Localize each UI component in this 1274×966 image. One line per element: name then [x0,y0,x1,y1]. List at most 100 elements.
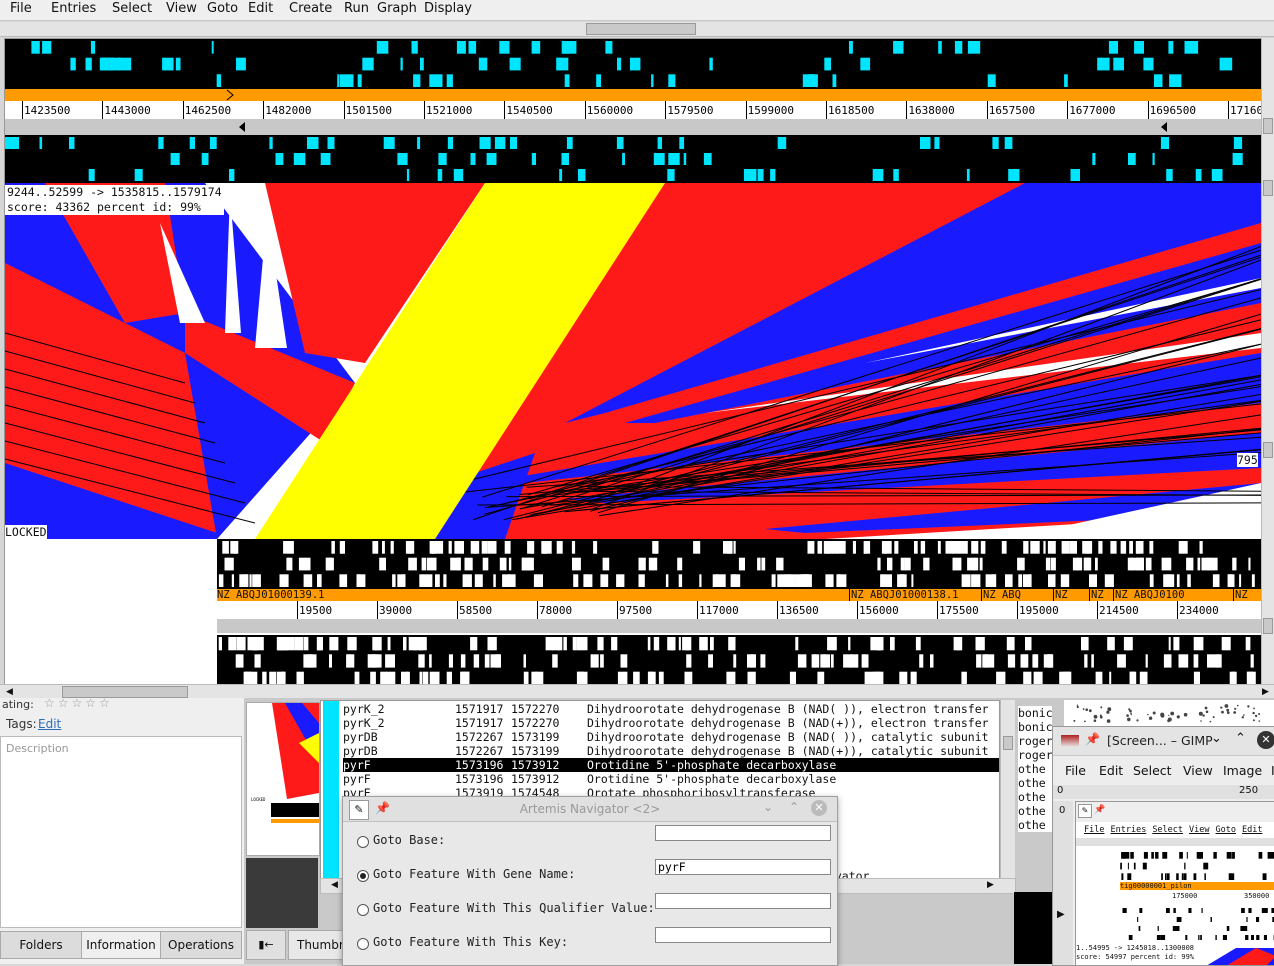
thumbnail-preview[interactable]: LOCKED [246,702,320,856]
gimp-menu-view[interactable]: View [1183,763,1213,778]
gimp-canvas[interactable]: ✎ 📌 FileEntriesSelectViewGotoEdit tig000… [1075,801,1274,966]
tab-folders[interactable]: Folders [0,931,82,959]
feature-row[interactable]: pyrK_215719171572270Dihydroorotate dehyd… [343,716,999,730]
feature-row[interactable]: pyrDB15722671573199Dihydroorotate dehydr… [343,744,999,758]
feature-mark [679,137,684,149]
menu-display[interactable]: Display [424,1,472,16]
feature-mark [654,153,665,165]
gimp-titlebar[interactable]: 📌 [Screen... – GIMP ⌄ ⌃ ✕ [1053,727,1274,756]
feature-mark [392,574,396,587]
feature-mark [1162,852,1167,859]
bottom-feature-track[interactable] [217,539,1261,589]
feature-mark [474,654,479,667]
goto-base-input[interactable] [655,825,831,841]
tags-edit-link[interactable]: Edit [38,717,61,731]
gimp-menu-edit[interactable]: Edit [1099,763,1123,778]
menu-entries[interactable]: Entries [51,1,96,16]
gimp-minimize-icon[interactable]: ⌄ [1211,731,1222,746]
feature-mark [1227,926,1230,931]
menu-run[interactable]: Run [344,1,369,16]
top-horizontal-scrollbar[interactable] [0,22,1274,37]
scroll-right-arrow-icon[interactable]: ▶ [1262,687,1269,697]
back-button[interactable]: ▮← [246,930,286,960]
feature-mark [900,574,907,587]
gimp-menu-select[interactable]: Select [1133,763,1172,778]
gimp-maximize-icon[interactable]: ⌃ [1235,731,1246,746]
feature-mark [958,541,967,554]
feature-list-vscroll[interactable] [1000,700,1015,878]
feature-mark [1268,852,1270,859]
radio-goto-base[interactable] [357,836,369,848]
ruler-tick [22,101,23,119]
comparison-view[interactable]: 1423500144300014625001482000150150015210… [4,38,1262,688]
feature-mark [1128,863,1129,870]
close-icon[interactable]: ✕ [811,800,827,816]
radio-goto-key[interactable] [357,938,369,950]
feature-mark [1154,74,1163,87]
menu-file[interactable]: File [10,1,32,16]
scroll-thumb-4[interactable] [1263,618,1273,634]
description-field[interactable]: Description [0,736,242,928]
menu-graph[interactable]: Graph [377,1,417,16]
gimp-pin-icon[interactable]: 📌 [1085,732,1100,746]
top-scroll-thumb[interactable] [586,23,696,35]
menu-view[interactable]: View [166,1,197,16]
tab-operations[interactable]: Operations [160,931,242,959]
feature-mark [1217,574,1220,587]
gimp-left-ruler-zero: 0 [1059,805,1065,816]
gimp-close-icon[interactable]: ✕ [1257,731,1274,749]
scroll-left-arrow-icon[interactable]: ◀ [6,687,13,697]
feature-mark [639,574,645,587]
menu-create[interactable]: Create [289,1,332,16]
feature-list-thumb[interactable] [1003,736,1013,750]
scroll-thumb-3[interactable] [1263,442,1273,458]
feature-mark [971,541,978,554]
feature-mark [1144,852,1148,859]
feature-mark [317,574,322,587]
feature-mark [347,637,356,650]
feature-mark [1164,654,1172,667]
maximize-icon[interactable]: ⌃ [789,800,799,814]
bottom-horizontal-scrollbar[interactable]: ◀ ▶ [0,684,1274,699]
gene-name-input[interactable] [655,859,831,875]
feature-row[interactable]: pyrK_215719171572270Dihydroorotate dehyd… [343,702,999,716]
bottom-reverse-track[interactable] [217,635,1261,687]
feature-mark [69,137,75,149]
gimp-menu-image[interactable]: Image [1223,763,1262,778]
feature-scroll-right-icon[interactable]: ▶ [987,880,994,890]
snippet-line: othe [1018,818,1052,832]
tab-information[interactable]: Information [81,931,161,959]
feature-mark [600,654,604,667]
feature-row[interactable]: pyrF15731961573912Orotidine 5'-phosphate… [343,772,999,786]
feature-mark [1243,908,1245,913]
gimp-menu-file[interactable]: File [1065,763,1086,778]
feature-mark [1130,672,1137,685]
feature-mark [818,541,823,554]
top-feature-track[interactable] [5,39,1261,89]
feature-end: 1572270 [511,702,559,716]
radio-goto-qualifier[interactable] [357,904,369,916]
key-input[interactable] [655,927,831,943]
menu-edit[interactable]: Edit [248,1,273,16]
rating-stars-icon[interactable]: ☆☆☆☆☆ [44,696,113,710]
feature-mark [1232,558,1236,571]
menu-goto[interactable]: Goto [207,1,238,16]
feature-mark [31,41,39,54]
feature-mark [953,558,955,571]
minimize-icon[interactable]: ⌄ [763,800,773,814]
feature-mark [596,74,601,87]
radio-goto-gene-name[interactable] [357,870,369,882]
menu-select[interactable]: Select [112,1,152,16]
qualifier-input[interactable] [655,893,831,909]
top-reverse-track[interactable] [5,135,1261,183]
ruler-tick [344,101,345,119]
feature-mark [658,137,662,149]
scroll-thumb-1[interactable] [1263,118,1273,134]
main-vertical-scrollbar[interactable] [1261,38,1274,686]
comparison-matches[interactable] [5,183,1261,539]
feature-row[interactable]: pyrF15731961573912Orotidine 5'-phosphate… [343,758,999,772]
feature-row[interactable]: pyrDB15722671573199Dihydroorotate dehydr… [343,730,999,744]
feature-scroll-left-icon[interactable]: ◀ [331,880,338,890]
scroll-thumb-2[interactable] [1263,180,1273,196]
navigator-titlebar[interactable]: ✎ 📌 Artemis Navigator <2> ⌄ ⌃ ✕ [343,797,837,822]
